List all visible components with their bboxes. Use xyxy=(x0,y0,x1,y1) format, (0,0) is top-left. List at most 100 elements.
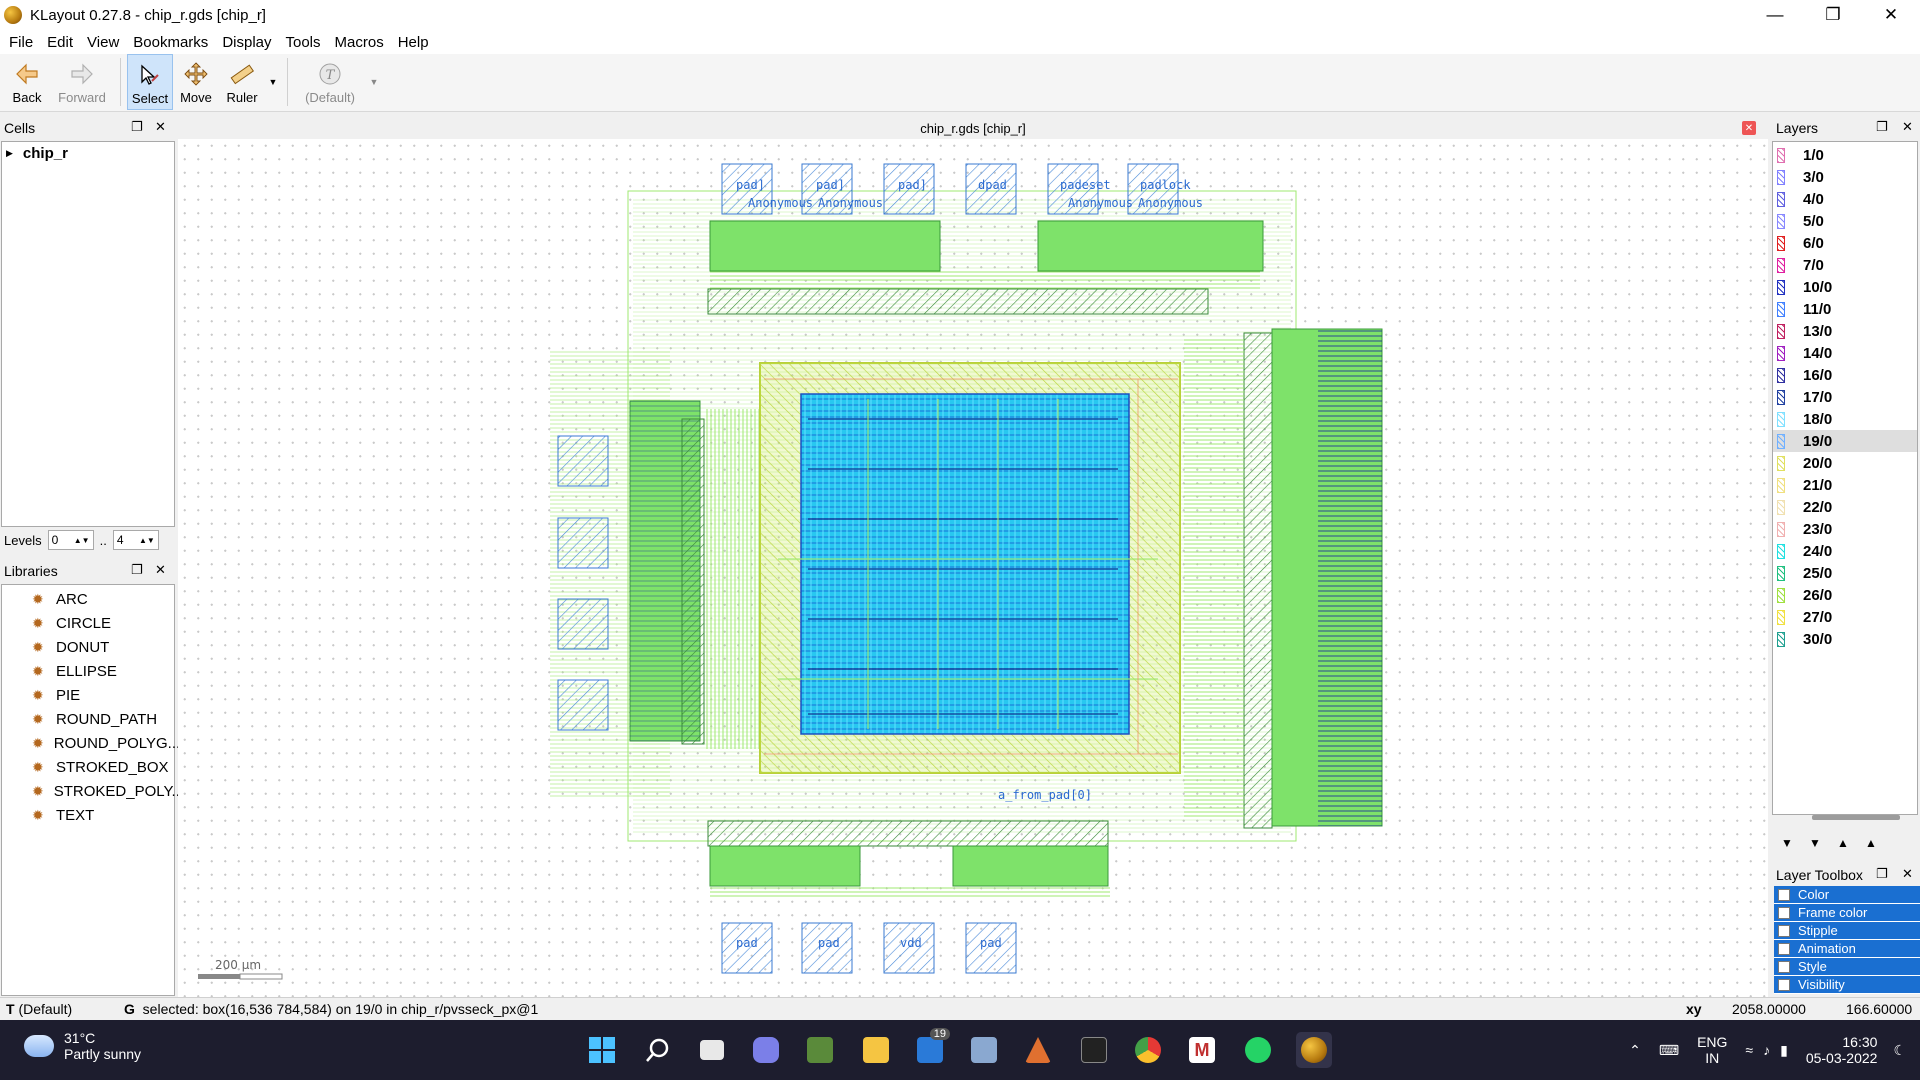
back-button[interactable]: Back xyxy=(4,54,50,110)
close-panel-icon[interactable]: ✕ xyxy=(1902,866,1913,882)
chevron-up-icon[interactable]: ⌃ xyxy=(1629,1042,1641,1059)
layer-item[interactable]: 23/0 xyxy=(1773,518,1917,540)
layer-item[interactable]: 19/0 xyxy=(1773,430,1917,452)
menu-bookmarks[interactable]: Bookmarks xyxy=(126,34,215,51)
layer-item[interactable]: 21/0 xyxy=(1773,474,1917,496)
layer-item[interactable]: 11/0 xyxy=(1773,298,1917,320)
menu-edit[interactable]: Edit xyxy=(40,34,80,51)
library-list[interactable]: ✹ ARC ✹ CIRCLE ✹ DONUT ✹ ELLIPSE ✹ PIE ✹ ROUND… xyxy=(1,584,184,996)
layer-item[interactable]: 6/0 xyxy=(1773,232,1917,254)
toolbox-color[interactable]: Color xyxy=(1774,886,1920,904)
minecraft-icon[interactable] xyxy=(802,1032,838,1068)
keyboard-icon[interactable]: ⌨ xyxy=(1659,1042,1679,1059)
checkbox[interactable] xyxy=(1778,942,1790,955)
library-item-circle[interactable]: ✹ CIRCLE xyxy=(2,611,174,635)
close-panel-icon[interactable]: ✕ xyxy=(155,119,166,135)
move-down-icon[interactable]: ▼ xyxy=(1804,833,1826,853)
clock[interactable]: 16:30 05-03-2022 xyxy=(1806,1034,1878,1066)
menu-tools[interactable]: Tools xyxy=(279,34,328,51)
volume-icon[interactable]: ♪ xyxy=(1763,1042,1770,1058)
toolbox-style[interactable]: Style xyxy=(1774,958,1920,976)
language-indicator[interactable]: ENG IN xyxy=(1697,1034,1727,1066)
cell-tree-item[interactable]: ▶ chip_r xyxy=(2,142,174,164)
library-item-round-path[interactable]: ✹ ROUND_PATH xyxy=(2,707,174,731)
menu-help[interactable]: Help xyxy=(391,34,436,51)
move-up-icon[interactable]: ▲ xyxy=(1832,833,1854,853)
toolbox-stipple[interactable]: Stipple xyxy=(1774,922,1920,940)
float-panel-icon[interactable]: ❐ xyxy=(131,562,143,578)
layer-item[interactable]: 27/0 xyxy=(1773,606,1917,628)
horizontal-scrollbar[interactable] xyxy=(1812,815,1900,820)
layer-item[interactable]: 22/0 xyxy=(1773,496,1917,518)
layer-item[interactable]: 3/0 xyxy=(1773,166,1917,188)
terminal-icon[interactable] xyxy=(1076,1032,1112,1068)
library-item-stroked-polygon[interactable]: ✹ STROKED_POLY... xyxy=(2,779,184,803)
levels-to-spinbox[interactable]: 4 ▲▼ xyxy=(112,530,159,550)
start-icon[interactable] xyxy=(584,1032,620,1068)
layer-item[interactable]: 20/0 xyxy=(1773,452,1917,474)
search-icon[interactable] xyxy=(640,1032,676,1068)
gmail-icon[interactable]: M xyxy=(1184,1032,1220,1068)
library-item-text[interactable]: ✹ TEXT xyxy=(2,803,174,827)
menu-file[interactable]: File xyxy=(2,34,40,51)
checkbox[interactable] xyxy=(1778,888,1790,901)
weather-widget[interactable]: 31°C Partly sunny xyxy=(24,1030,141,1062)
levels-from-spinbox[interactable]: 0 ▲▼ xyxy=(47,530,94,550)
move-to-top-icon[interactable]: ▲ xyxy=(1860,833,1882,853)
library-item-arc[interactable]: ✹ ARC xyxy=(2,587,174,611)
layer-item[interactable]: 1/0 xyxy=(1773,144,1917,166)
layer-item[interactable]: 17/0 xyxy=(1773,386,1917,408)
checkbox[interactable] xyxy=(1778,924,1790,937)
teams-chat-icon[interactable] xyxy=(748,1032,784,1068)
ruler-button[interactable]: Ruler xyxy=(219,54,265,110)
toolbox-frame-color[interactable]: Frame color xyxy=(1774,904,1920,922)
close-panel-icon[interactable]: ✕ xyxy=(155,562,166,578)
notification-icon[interactable]: ☾ xyxy=(1893,1042,1906,1059)
library-item-donut[interactable]: ✹ DONUT xyxy=(2,635,174,659)
layer-item[interactable]: 26/0 xyxy=(1773,584,1917,606)
toolbox-animation[interactable]: Animation xyxy=(1774,940,1920,958)
layer-item[interactable]: 5/0 xyxy=(1773,210,1917,232)
mail-icon[interactable]: 19 xyxy=(912,1028,950,1068)
layer-item[interactable]: 16/0 xyxy=(1773,364,1917,386)
layer-item[interactable]: 7/0 xyxy=(1773,254,1917,276)
library-item-pie[interactable]: ✹ PIE xyxy=(2,683,174,707)
battery-icon[interactable]: ▮ xyxy=(1780,1042,1788,1059)
layout-tab-title[interactable]: chip_r.gds [chip_r] xyxy=(920,121,1026,136)
close-tab-icon[interactable]: ✕ xyxy=(1742,121,1756,135)
float-panel-icon[interactable]: ❐ xyxy=(131,119,143,135)
menu-display[interactable]: Display xyxy=(215,34,278,51)
klayout-taskbar-icon[interactable] xyxy=(1296,1032,1332,1068)
text-default-button[interactable]: T (Default) xyxy=(294,54,366,110)
move-to-bottom-icon[interactable]: ▼ xyxy=(1776,833,1798,853)
layout-canvas[interactable]: pad] pad] pad] dpad padeset padlock Anon… xyxy=(178,139,1768,997)
menu-macros[interactable]: Macros xyxy=(328,34,391,51)
float-panel-icon[interactable]: ❐ xyxy=(1876,119,1888,135)
cell-tree[interactable]: ▶ chip_r xyxy=(1,141,175,527)
layer-item[interactable]: 14/0 xyxy=(1773,342,1917,364)
close-panel-icon[interactable]: ✕ xyxy=(1902,119,1913,135)
layer-item[interactable]: 4/0 xyxy=(1773,188,1917,210)
whatsapp-icon[interactable] xyxy=(1240,1032,1276,1068)
forward-button[interactable]: Forward xyxy=(50,54,114,110)
expand-arrow-icon[interactable]: ▶ xyxy=(6,148,13,159)
restore-button[interactable]: ❐ xyxy=(1804,0,1862,30)
library-item-ellipse[interactable]: ✹ ELLIPSE xyxy=(2,659,174,683)
menu-view[interactable]: View xyxy=(80,34,126,51)
text-dropdown-icon[interactable]: ▼ xyxy=(366,54,382,110)
remote-desktop-icon[interactable] xyxy=(966,1032,1002,1068)
layer-item[interactable]: 30/0 xyxy=(1773,628,1917,650)
layer-item[interactable]: 18/0 xyxy=(1773,408,1917,430)
minimize-button[interactable]: — xyxy=(1746,0,1804,30)
checkbox[interactable] xyxy=(1778,960,1790,973)
library-item-stroked-box[interactable]: ✹ STROKED_BOX xyxy=(2,755,174,779)
chrome-icon[interactable] xyxy=(1130,1032,1166,1068)
layer-item[interactable]: 24/0 xyxy=(1773,540,1917,562)
task-view-icon[interactable] xyxy=(694,1032,730,1068)
matlab-icon[interactable] xyxy=(1020,1032,1056,1068)
close-button[interactable]: ✕ xyxy=(1862,0,1920,30)
checkbox[interactable] xyxy=(1778,978,1790,991)
checkbox[interactable] xyxy=(1778,906,1790,919)
layer-item[interactable]: 25/0 xyxy=(1773,562,1917,584)
ruler-dropdown-icon[interactable]: ▼ xyxy=(265,54,281,110)
